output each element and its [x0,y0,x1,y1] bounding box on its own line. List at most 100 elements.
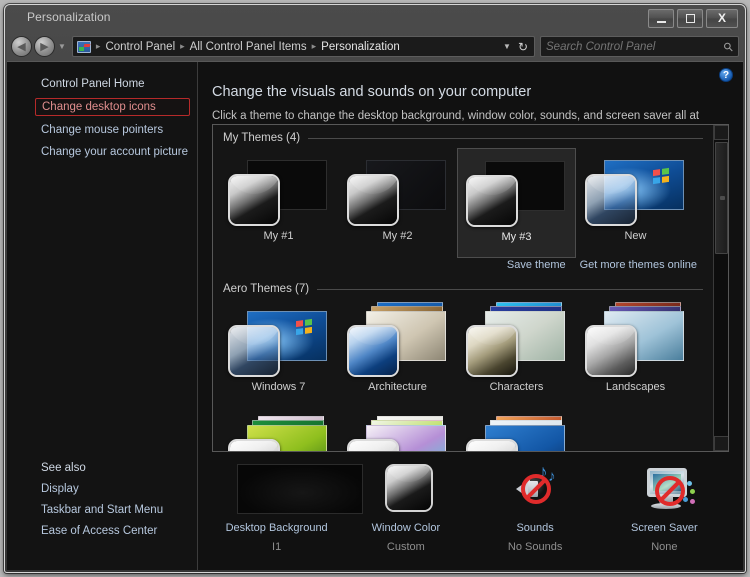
breadcrumb-item-personalization[interactable]: Personalization [319,41,402,53]
refresh-icon[interactable]: ↻ [518,41,528,53]
group-label: Aero Themes (7) [223,283,310,295]
group-divider [308,137,703,139]
close-button[interactable]: X [706,9,738,28]
minimize-icon [657,21,666,23]
theme-thumbnail [222,299,335,383]
setting-label: Window Color [371,522,441,534]
previous-locations-chevron-icon[interactable]: ▼ [503,42,511,51]
content-pane: ? Change the visuals and sounds on your … [198,62,743,570]
window-title: Personalization [27,10,111,24]
group-header-my-themes: My Themes (4) [213,125,713,144]
theme-thumbnail [341,299,454,383]
sidebar-item-change-mouse-pointers[interactable]: Change mouse pointers [7,122,197,138]
sidebar: Control Panel Home Change desktop icons … [7,62,198,570]
theme-item-partial-2[interactable] [338,413,457,451]
search-input[interactable] [546,40,725,53]
help-icon[interactable]: ? [719,68,733,82]
theme-thumbnail [460,149,573,233]
sidebar-see-also: See also Display Taskbar and Start Menu … [7,460,197,544]
sounds-muted-icon: ♪ ♪ [492,463,578,516]
theme-row-my-themes: My #1 My #2 My #3 New [213,144,713,258]
search-box[interactable]: ⚲ [540,36,739,57]
theme-action-links: Save theme Get more themes online [213,258,713,276]
setting-value: Custom [386,541,425,553]
window-color-swatch [347,439,399,451]
sidebar-top-links: Control Panel Home Change desktop icons … [7,62,197,160]
sidebar-item-change-desktop-icons[interactable]: Change desktop icons [35,98,190,116]
themes-scroll-content: My Themes (4) My #1 My #2 My #3 New Save… [213,125,713,451]
theme-thumbnail [579,148,692,232]
window-color-swatch [585,174,637,226]
setting-label: Desktop Background [225,522,328,534]
forward-button[interactable]: ▶ [34,36,55,57]
personalization-window: Personalization X ◀ ▶ ▼ ▸ Control Panel … [4,4,746,573]
themes-vertical-scrollbar[interactable] [713,125,728,451]
theme-item-architecture[interactable]: Architecture [338,299,457,409]
minimize-button[interactable] [648,9,674,28]
window-color-swatch [347,325,399,377]
sidebar-item-taskbar-start-menu[interactable]: Taskbar and Start Menu [7,502,197,518]
settings-bar: Desktop Background I1 Window Color Custo… [212,460,729,560]
scrollbar-thumb[interactable] [715,142,728,254]
window-color-swatch [466,439,518,451]
control-panel-icon [76,40,91,53]
breadcrumb-separator-icon: ▸ [95,41,101,51]
sidebar-item-control-panel-home[interactable]: Control Panel Home [7,76,197,92]
theme-row-aero-1: Windows 7 Architecture Characters Landsc… [213,295,713,409]
theme-item-my-1[interactable]: My #1 [219,148,338,258]
theme-item-partial-1[interactable] [219,413,338,451]
theme-item-my-3[interactable]: My #3 [457,148,576,258]
title-bar: Personalization X [5,5,745,33]
scroll-up-button[interactable] [714,125,728,140]
theme-thumbnail [460,299,573,383]
window-color-icon [363,464,449,516]
sidebar-item-change-account-picture[interactable]: Change your account picture [7,144,197,160]
window-body: Control Panel Home Change desktop icons … [7,61,743,570]
sidebar-item-display[interactable]: Display [7,481,197,497]
theme-thumbnail [579,299,692,383]
breadcrumb[interactable]: ▸ Control Panel ▸ All Control Panel Item… [71,36,535,57]
window-color-swatch [228,174,280,226]
see-also-heading: See also [41,462,86,474]
breadcrumb-item-control-panel[interactable]: Control Panel [103,41,177,53]
setting-value: No Sounds [507,541,563,553]
sidebar-item-ease-of-access[interactable]: Ease of Access Center [7,523,197,539]
window-color-swatch [347,174,399,226]
theme-item-landscapes[interactable]: Landscapes [576,299,695,409]
get-more-themes-link[interactable]: Get more themes online [580,259,697,271]
page-title: Change the visuals and sounds on your co… [212,84,532,100]
setting-sounds[interactable]: ♪ ♪ Sounds No Sounds [471,463,600,553]
group-divider [317,288,703,290]
forward-arrow-icon: ▶ [40,41,49,53]
theme-thumbnail [460,413,573,451]
setting-desktop-background[interactable]: Desktop Background I1 [212,464,363,553]
themes-panel: My Themes (4) My #1 My #2 My #3 New Save… [212,124,729,452]
theme-row-aero-2 [213,409,713,451]
theme-item-new[interactable]: New [576,148,695,258]
breadcrumb-item-all-items[interactable]: All Control Panel Items [188,41,309,53]
theme-item-characters[interactable]: Characters [457,299,576,409]
breadcrumb-separator-icon: ▸ [311,41,317,51]
desktop-background-icon [234,464,363,516]
theme-item-my-2[interactable]: My #2 [338,148,457,258]
maximize-button[interactable] [677,9,703,28]
setting-screen-saver[interactable]: Screen Saver None [600,464,729,553]
breadcrumb-separator-icon: ▸ [180,41,185,51]
theme-thumbnail [341,148,454,232]
window-color-swatch [466,175,518,227]
window-color-swatch [466,325,518,377]
save-theme-link[interactable]: Save theme [507,259,566,271]
group-header-aero-themes: Aero Themes (7) [213,276,713,295]
theme-item-windows-7[interactable]: Windows 7 [219,299,338,409]
scroll-down-button[interactable] [714,436,728,451]
window-color-swatch [585,325,637,377]
back-button[interactable]: ◀ [11,36,32,57]
window-color-swatch [228,439,280,451]
window-caption-buttons: X [648,9,738,28]
theme-item-partial-3[interactable] [457,413,576,451]
back-arrow-icon: ◀ [17,41,26,53]
screen-saver-none-icon [621,464,707,516]
recent-pages-chevron-icon[interactable]: ▼ [58,42,66,51]
theme-thumbnail [222,148,335,232]
setting-value: I1 [272,541,282,553]
